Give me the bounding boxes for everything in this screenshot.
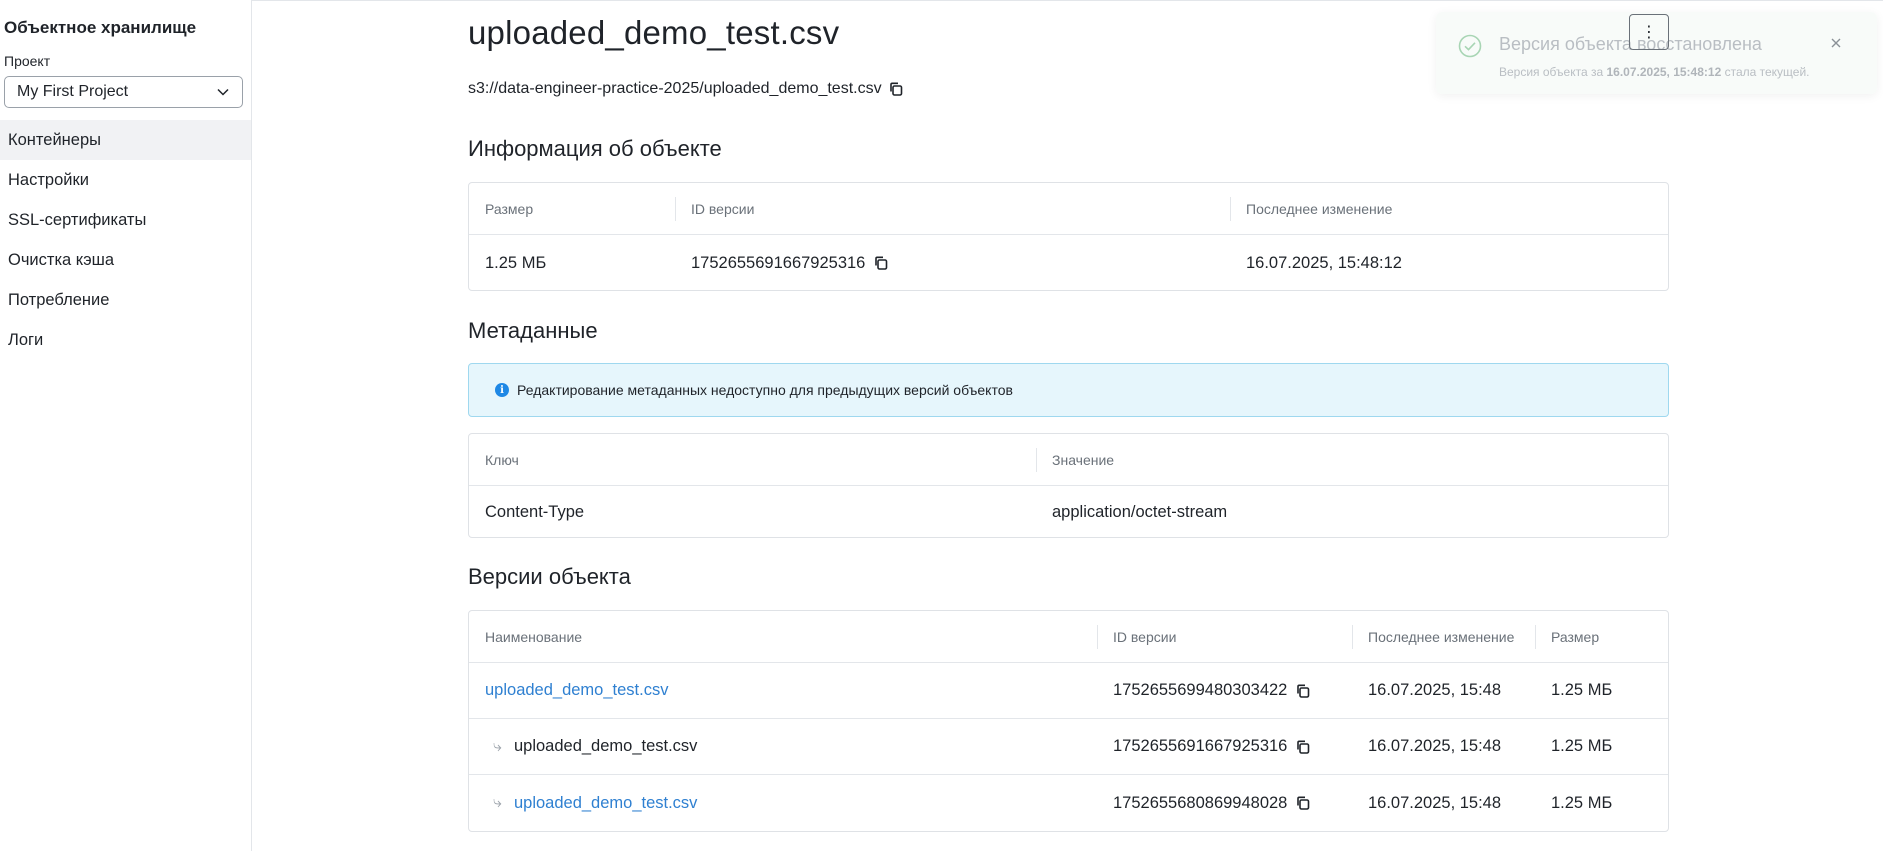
sidebar-nav: Контейнеры Настройки SSL-сертификаты Очи… <box>0 120 251 360</box>
version-modified: 16.07.2025, 15:48 <box>1368 681 1502 699</box>
version-modified: 16.07.2025, 15:48 <box>1368 737 1502 755</box>
table-row: ⤷ uploaded_demo_test.csv 175265569166792… <box>469 719 1668 775</box>
toast-text-prefix: Версия объекта за <box>1499 65 1604 79</box>
sidebar-item-settings[interactable]: Настройки <box>0 160 251 200</box>
subitem-arrow-icon: ⤷ <box>493 737 502 755</box>
column-divider <box>1097 625 1098 649</box>
modified-value: 16.07.2025, 15:48:12 <box>1246 253 1402 272</box>
version-id-cell: 1752655680869948028 <box>1113 794 1311 813</box>
column-divider <box>1230 197 1231 221</box>
info-icon: i <box>495 383 509 397</box>
table-row: uploaded_demo_test.csv 17526556994803034… <box>469 663 1668 719</box>
sidebar-item-usage[interactable]: Потребление <box>0 280 251 320</box>
object-path: s3://data-engineer-practice-2025/uploade… <box>468 80 904 98</box>
version-id-value: 1752655680869948028 <box>1113 793 1288 812</box>
sidebar-item-ssl[interactable]: SSL-сертификаты <box>0 200 251 240</box>
sidebar-item-containers[interactable]: Контейнеры <box>0 120 251 160</box>
version-name-cell: ⤷ uploaded_demo_test.csv <box>493 794 697 813</box>
page-title: uploaded_demo_test.csv <box>468 14 840 51</box>
version-size: 1.25 МБ <box>1551 793 1613 812</box>
version-name-text: uploaded_demo_test.csv <box>513 737 698 755</box>
sidebar-item-logs[interactable]: Логи <box>0 320 251 360</box>
metadata-section-title: Метаданные <box>468 318 598 343</box>
copy-icon[interactable] <box>1295 739 1311 755</box>
version-size: 1.25 МБ <box>1551 737 1613 755</box>
versions-table-header: Наименование ID версии Последнее изменен… <box>469 611 1668 663</box>
versions-table: Наименование ID версии Последнее изменен… <box>468 610 1669 832</box>
column-header-modified: Последнее изменение <box>1246 200 1393 217</box>
column-header-key: Ключ <box>485 451 519 468</box>
chevron-down-icon <box>216 85 230 99</box>
project-select-value: My First Project <box>17 83 129 100</box>
column-header-size: Размер <box>1551 628 1600 645</box>
metadata-value: application/octet-stream <box>1052 502 1228 521</box>
close-icon[interactable] <box>1829 36 1843 50</box>
toast-text-suffix: стала текущей. <box>1724 65 1810 79</box>
version-name-cell: ⤷ uploaded_demo_test.csv <box>493 737 697 756</box>
object-path-text: s3://data-engineer-practice-2025/uploade… <box>468 80 882 97</box>
version-id-value: 1752655699480303422 <box>1113 681 1288 699</box>
version-id-cell: 1752655699480303422 <box>1113 681 1311 700</box>
version-modified: 16.07.2025, 15:48 <box>1368 793 1502 812</box>
info-table: Размер ID версии Последнее изменение 1.2… <box>468 182 1669 291</box>
metadata-table-header: Ключ Значение <box>469 434 1668 486</box>
project-label: Проект <box>4 53 51 69</box>
column-header-modified: Последнее изменение <box>1368 628 1515 645</box>
version-id-value: 1752655691667925316 <box>691 253 866 272</box>
version-id-value: 1752655691667925316 <box>1113 737 1288 755</box>
metadata-row: Content-Type application/octet-stream <box>469 486 1668 538</box>
version-size: 1.25 МБ <box>1551 681 1613 699</box>
versions-section-title: Версии объекта <box>468 564 631 589</box>
metadata-notice: i Редактирование метаданных недоступно д… <box>468 363 1669 417</box>
column-header-version-id: ID версии <box>1113 628 1177 645</box>
more-actions-button[interactable]: ⋮ <box>1629 14 1669 50</box>
copy-icon[interactable] <box>1295 795 1311 811</box>
column-header-name: Наименование <box>485 628 583 645</box>
copy-icon[interactable] <box>1295 683 1311 699</box>
toast-text-date: 16.07.2025, 15:48:12 <box>1606 65 1722 79</box>
top-divider <box>252 0 1883 1</box>
project-select[interactable]: My First Project <box>4 76 243 108</box>
metadata-table: Ключ Значение Content-Type application/o… <box>468 433 1669 538</box>
subitem-arrow-icon: ⤷ <box>493 794 502 811</box>
metadata-key: Content-Type <box>485 502 585 521</box>
toast-text: Версия объекта за 16.07.2025, 15:48:12 с… <box>1499 65 1810 79</box>
info-table-row: 1.25 МБ 1752655691667925316 16.07.2025, … <box>469 235 1668 291</box>
check-circle-icon <box>1458 34 1482 58</box>
version-name-link[interactable]: uploaded_demo_test.csv <box>485 681 668 700</box>
info-table-header: Размер ID версии Последнее изменение <box>469 183 1668 235</box>
copy-icon[interactable] <box>873 255 889 271</box>
column-divider <box>1036 448 1037 472</box>
sidebar-title: Объектное хранилище <box>4 18 197 37</box>
sidebar: Объектное хранилище Проект My First Proj… <box>0 0 252 851</box>
column-header-value: Значение <box>1052 451 1115 468</box>
column-divider <box>1535 625 1536 649</box>
column-divider <box>1352 625 1353 649</box>
metadata-notice-text: Редактирование метаданных недоступно для… <box>517 382 1013 398</box>
copy-icon[interactable] <box>888 81 904 97</box>
column-header-size: Размер <box>485 200 534 217</box>
size-value: 1.25 МБ <box>485 253 547 272</box>
sidebar-item-cache[interactable]: Очистка кэша <box>0 240 251 280</box>
column-header-version-id: ID версии <box>691 200 755 217</box>
table-row: ⤷ uploaded_demo_test.csv 175265568086994… <box>469 775 1668 831</box>
version-name-link[interactable]: uploaded_demo_test.csv <box>514 794 697 813</box>
column-divider <box>675 197 676 221</box>
version-id-cell: 1752655691667925316 <box>691 254 889 273</box>
version-id-cell: 1752655691667925316 <box>1113 737 1311 756</box>
info-section-title: Информация об объекте <box>468 136 722 161</box>
